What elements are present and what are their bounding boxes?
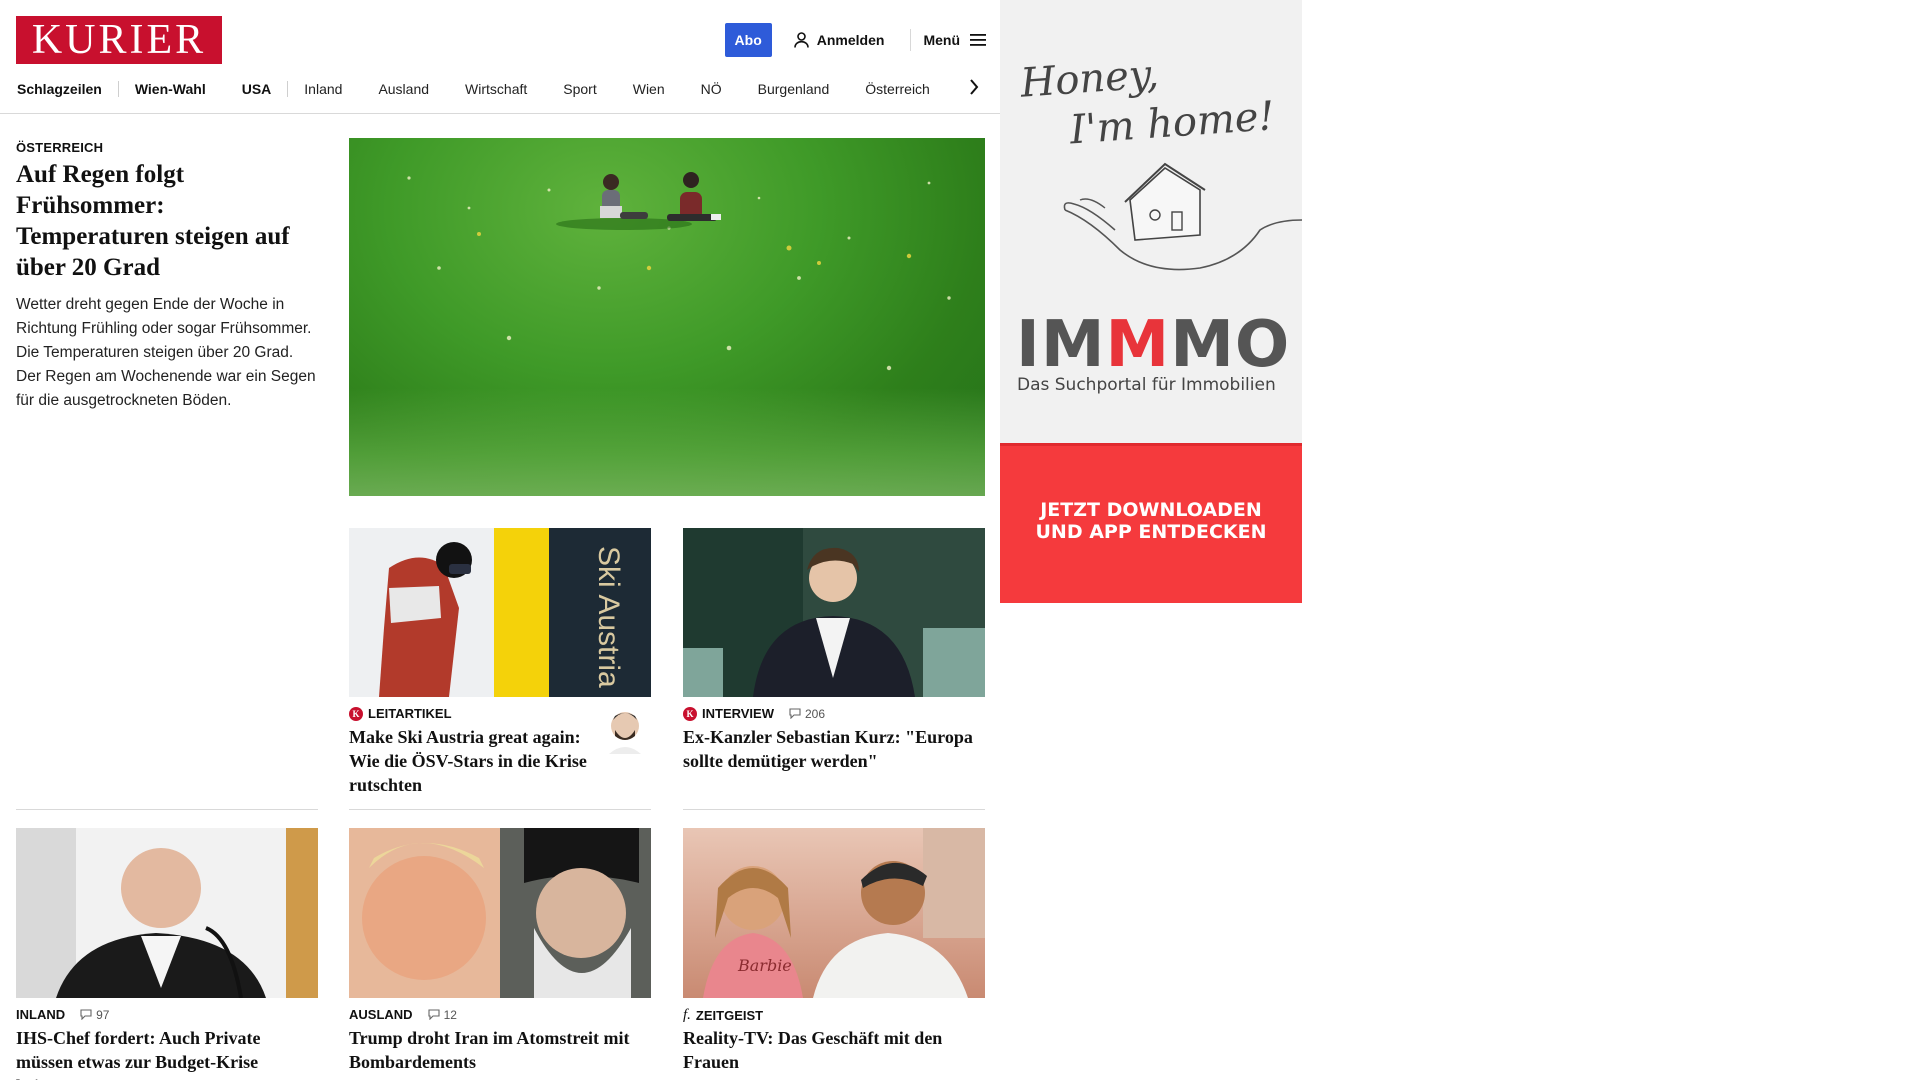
- ad-subtitle: Das Suchportal für Immobilien: [1017, 375, 1276, 395]
- kurz-photo: [683, 528, 985, 697]
- people-sitting: [556, 172, 721, 230]
- nav-item-inland[interactable]: Inland: [304, 81, 342, 97]
- nav-item-schlagzeilen[interactable]: Schlagzeilen: [17, 81, 102, 97]
- divider: [683, 809, 985, 810]
- lead-teaser[interactable]: Wetter dreht gegen Ende der Woche in Ric…: [16, 293, 320, 413]
- card-reality-title[interactable]: Reality-TV: Das Geschäft mit den Frauen: [683, 1026, 985, 1074]
- foreground-blur: [349, 388, 985, 496]
- zeitgeist-f-icon: f.: [683, 1007, 691, 1023]
- immmo-logo-accent: M: [1105, 308, 1171, 382]
- card-trump-kicker: AUSLAND: [349, 1007, 413, 1022]
- comment-icon: [789, 708, 801, 719]
- divider: [16, 809, 318, 810]
- comment-count[interactable]: 97: [80, 1008, 109, 1022]
- lead-image[interactable]: [349, 138, 985, 496]
- card-ihs-meta: INLAND 97: [16, 1007, 109, 1022]
- header-border: [0, 113, 1000, 114]
- ad-cta-button[interactable]: JETZT DOWNLOADEN UND APP ENTDECKEN: [1000, 443, 1302, 603]
- nav-item-oesterreich[interactable]: Österreich: [865, 81, 930, 97]
- card-trump-title[interactable]: Trump droht Iran im Atomstreit mit Bomba…: [349, 1026, 651, 1074]
- immmo-logo-part2: MO: [1170, 308, 1291, 382]
- comment-count-value: 97: [96, 1007, 110, 1022]
- card-ihs-kicker: INLAND: [16, 1007, 66, 1022]
- menu-button[interactable]: Menü: [923, 32, 986, 48]
- ad-tagline: Honey, I'm home!: [1019, 41, 1276, 158]
- card-trump-image[interactable]: [349, 828, 651, 998]
- nav-item-noe[interactable]: NÖ: [701, 81, 722, 97]
- kurier-k-icon: K: [349, 706, 363, 721]
- trump-iran-photo: [349, 828, 651, 998]
- author-avatar[interactable]: [605, 706, 645, 754]
- hamburger-icon: [970, 34, 986, 46]
- card-ihs-title[interactable]: IHS-Chef fordert: Auch Private müssen et…: [16, 1026, 318, 1080]
- login-button[interactable]: Anmelden: [793, 32, 885, 48]
- card-kurz-image[interactable]: [683, 528, 985, 697]
- menu-label: Menü: [923, 32, 960, 48]
- card-kurz-title[interactable]: Ex-Kanzler Sebastian Kurz: "Europa sollt…: [683, 725, 985, 773]
- kurier-logo[interactable]: KURIER: [16, 16, 222, 64]
- card-trump-meta: AUSLAND 12: [349, 1007, 457, 1022]
- user-icon: [793, 32, 809, 48]
- ad-cta-line1: JETZT DOWNLOADEN: [1040, 499, 1262, 521]
- ski-photo: Ski Austria: [349, 528, 651, 697]
- card-ski-meta: K LEITARTIKEL: [349, 706, 452, 721]
- card-kurz-meta: K INTERVIEW 206: [683, 706, 825, 721]
- immmo-logo: IMMMO: [1016, 310, 1290, 380]
- header-divider: [910, 29, 912, 51]
- header-actions: Abo Anmelden Menü: [724, 23, 986, 57]
- comment-count-value: 12: [443, 1007, 457, 1022]
- comment-count[interactable]: 206: [789, 707, 825, 721]
- card-ihs-image[interactable]: [16, 828, 318, 998]
- section-nav: Schlagzeilen Wien-Wahl USA Inland Auslan…: [17, 78, 989, 100]
- card-ski-title[interactable]: Make Ski Austria great again: Wie die ÖS…: [349, 725, 589, 797]
- shirt-text: Barbie: [737, 956, 792, 975]
- nav-item-wien[interactable]: Wien: [633, 81, 665, 97]
- nav-item-usa[interactable]: USA: [242, 81, 272, 97]
- card-reality-meta: f. ZEITGEIST: [683, 1007, 763, 1024]
- comment-count-value: 206: [805, 706, 826, 721]
- nav-item-burgenland[interactable]: Burgenland: [758, 81, 830, 97]
- nav-item-wirtschaft[interactable]: Wirtschaft: [465, 81, 527, 97]
- nav-item-sport[interactable]: Sport: [563, 81, 596, 97]
- divider: [349, 809, 651, 810]
- ski-banner-text: Ski Austria: [592, 546, 625, 688]
- card-ski-image[interactable]: Ski Austria: [349, 528, 651, 697]
- news-site: KURIER Abo Anmelden Menü Schlagzeilen Wi…: [0, 0, 1000, 1080]
- nav-divider: [117, 81, 119, 97]
- immmo-logo-part1: IM: [1016, 308, 1106, 382]
- immmo-ad[interactable]: Honey, I'm home! IMMMO Das Suchportal fü…: [1000, 0, 1302, 603]
- kurier-k-icon: K: [683, 706, 697, 721]
- ihs-photo: [16, 828, 318, 998]
- nav-item-wien-wahl[interactable]: Wien-Wahl: [135, 81, 206, 97]
- ad-cta-line2: UND APP ENTDECKEN: [1035, 521, 1267, 543]
- login-label: Anmelden: [816, 32, 885, 48]
- card-reality-image[interactable]: Barbie: [683, 828, 985, 998]
- card-reality-kicker: ZEITGEIST: [695, 1008, 764, 1023]
- lead-kicker: ÖSTERREICH: [16, 140, 104, 155]
- comment-icon: [80, 1009, 92, 1020]
- comment-icon: [428, 1009, 440, 1020]
- ad-visual: Honey, I'm home! IMMMO Das Suchportal fü…: [1000, 0, 1302, 443]
- hand-house-icon: [1063, 162, 1302, 271]
- abo-button[interactable]: Abo: [724, 23, 772, 57]
- ad-cta-text: JETZT DOWNLOADEN UND APP ENTDECKEN: [1000, 499, 1302, 543]
- card-ski-kicker: LEITARTIKEL: [368, 706, 452, 721]
- chevron-right-icon[interactable]: [968, 76, 980, 98]
- card-kurz-kicker: INTERVIEW: [702, 706, 774, 721]
- nav-divider: [287, 81, 289, 97]
- comment-count[interactable]: 12: [428, 1008, 457, 1022]
- nav-item-ausland[interactable]: Ausland: [378, 81, 429, 97]
- reality-tv-photo: Barbie: [683, 828, 985, 998]
- lead-headline[interactable]: Auf Regen folgt Frühsommer: Temperaturen…: [16, 159, 320, 283]
